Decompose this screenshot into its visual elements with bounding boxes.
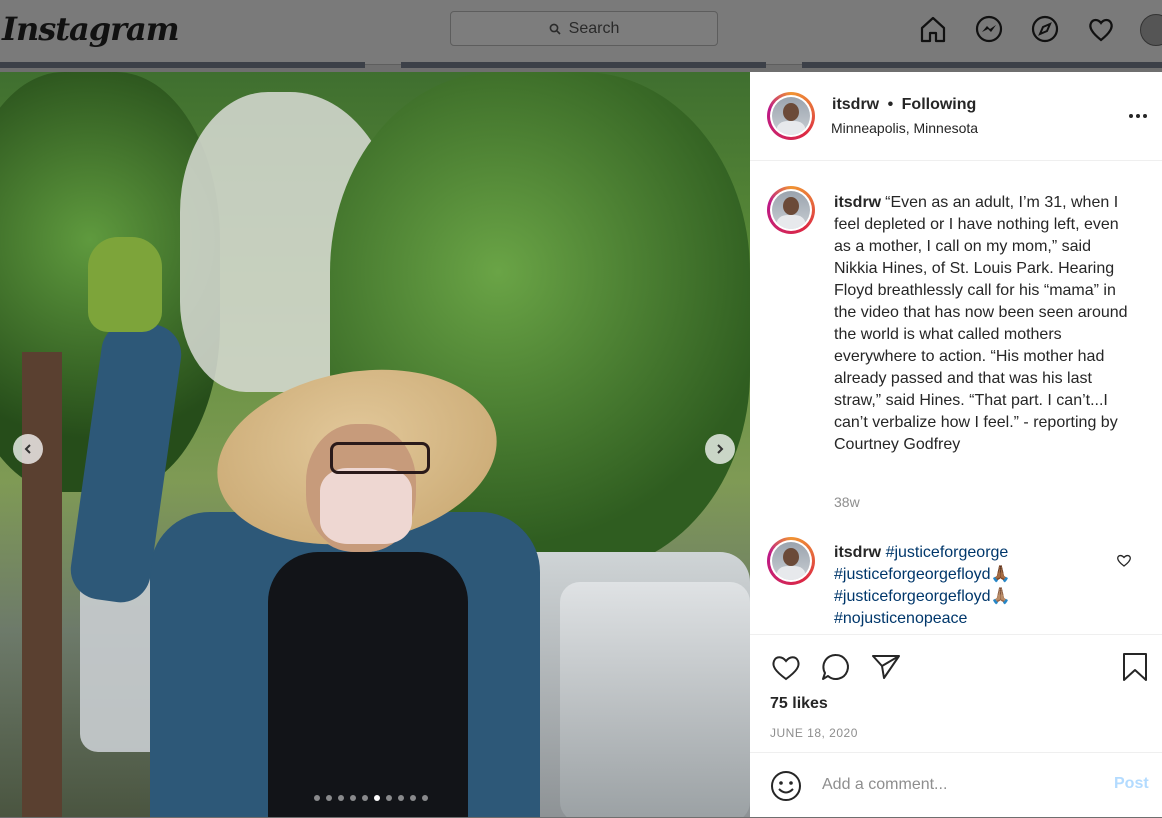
photo-car <box>560 582 750 817</box>
post-comment-button[interactable]: Post <box>1114 775 1149 793</box>
instagram-logo[interactable]: Instagram <box>2 10 180 48</box>
carousel-dot <box>374 795 380 801</box>
carousel-next-button[interactable] <box>705 434 735 464</box>
photo-face-mask <box>320 468 412 544</box>
carousel-indicator <box>314 795 428 801</box>
post-location[interactable]: Minneapolis, Minnesota <box>831 120 978 136</box>
carousel-dot <box>350 795 356 801</box>
hashtag-link[interactable]: #justiceforgeorgefloyd🙏🏽 <box>834 588 1010 605</box>
add-comment-row: Post <box>750 752 1162 818</box>
carousel-dot <box>410 795 416 801</box>
heart-icon <box>772 656 800 681</box>
photo-shirt <box>268 552 468 817</box>
caption-text: “Even as an adult, I’m 31, when I feel d… <box>834 194 1128 453</box>
carousel-dot <box>362 795 368 801</box>
explore-compass-icon[interactable] <box>1030 14 1060 44</box>
messenger-icon[interactable] <box>974 14 1004 44</box>
carousel-prev-button[interactable] <box>13 434 43 464</box>
share-button[interactable] <box>870 651 902 686</box>
author-line: itsdrw • Following <box>832 96 976 114</box>
activity-heart-icon[interactable] <box>1086 14 1116 44</box>
hashtag-link[interactable]: #nojusticenopeace <box>834 610 967 627</box>
more-options-button[interactable] <box>1128 102 1148 125</box>
hashtag-link[interactable]: #justiceforgeorge <box>886 544 1009 561</box>
carousel-dot <box>326 795 332 801</box>
top-navigation-bar: Instagram Search <box>0 0 1162 65</box>
carousel-dot <box>386 795 392 801</box>
author-avatar[interactable] <box>767 92 815 140</box>
comment-bubble-icon <box>822 653 849 680</box>
feed-strip <box>0 62 365 68</box>
post-header: itsdrw • Following Minneapolis, Minnesot… <box>750 72 1162 161</box>
emoji-smiley-icon[interactable] <box>770 770 802 802</box>
caption-username[interactable]: itsdrw <box>834 194 881 211</box>
more-horizontal-icon <box>1129 114 1147 118</box>
chevron-right-icon <box>717 444 724 454</box>
save-bookmark-button[interactable] <box>1120 651 1150 686</box>
search-box[interactable]: Search <box>450 11 718 46</box>
search-placeholder: Search <box>568 19 620 37</box>
comment-avatar[interactable] <box>767 537 815 585</box>
profile-avatar[interactable] <box>1140 14 1162 46</box>
post-date: JUNE 18, 2020 <box>770 726 858 740</box>
like-button[interactable] <box>770 651 802 686</box>
bookmark-icon <box>1123 653 1147 681</box>
likes-count[interactable]: 75 likes <box>770 695 828 713</box>
comment-like-heart-icon[interactable] <box>1116 552 1132 568</box>
comment-button[interactable] <box>820 651 852 686</box>
post-photo[interactable] <box>0 72 750 817</box>
photo-green-glove <box>88 237 162 332</box>
post-details-panel: itsdrw • Following Minneapolis, Minnesot… <box>750 72 1162 817</box>
hashtag-link[interactable]: #justiceforgeorgefloyd🙏🏾 <box>834 566 1010 583</box>
chevron-left-icon <box>24 444 31 454</box>
author-username[interactable]: itsdrw <box>832 96 879 113</box>
caption-avatar[interactable] <box>767 186 815 234</box>
home-icon[interactable] <box>918 14 948 44</box>
feed-strip <box>401 62 766 68</box>
comment-username[interactable]: itsdrw <box>834 544 881 561</box>
separator-dot: • <box>887 96 894 113</box>
nav-icons <box>918 14 1116 44</box>
photo-glasses <box>330 442 430 474</box>
caption-age: 38w <box>834 494 860 510</box>
carousel-dot <box>422 795 428 801</box>
feed-strip <box>802 62 1162 68</box>
search-icon <box>549 23 561 35</box>
post-caption: itsdrw “Even as an adult, I’m 31, when I … <box>834 192 1134 456</box>
following-button[interactable]: Following <box>902 96 977 113</box>
carousel-dot <box>338 795 344 801</box>
photo-tree-trunk <box>22 352 62 817</box>
hashtag-comment: itsdrw #justiceforgeorge #justiceforgeor… <box>834 542 1114 630</box>
add-comment-input[interactable] <box>820 769 1094 801</box>
paper-plane-icon <box>872 655 900 679</box>
carousel-dot <box>314 795 320 801</box>
carousel-dot <box>398 795 404 801</box>
